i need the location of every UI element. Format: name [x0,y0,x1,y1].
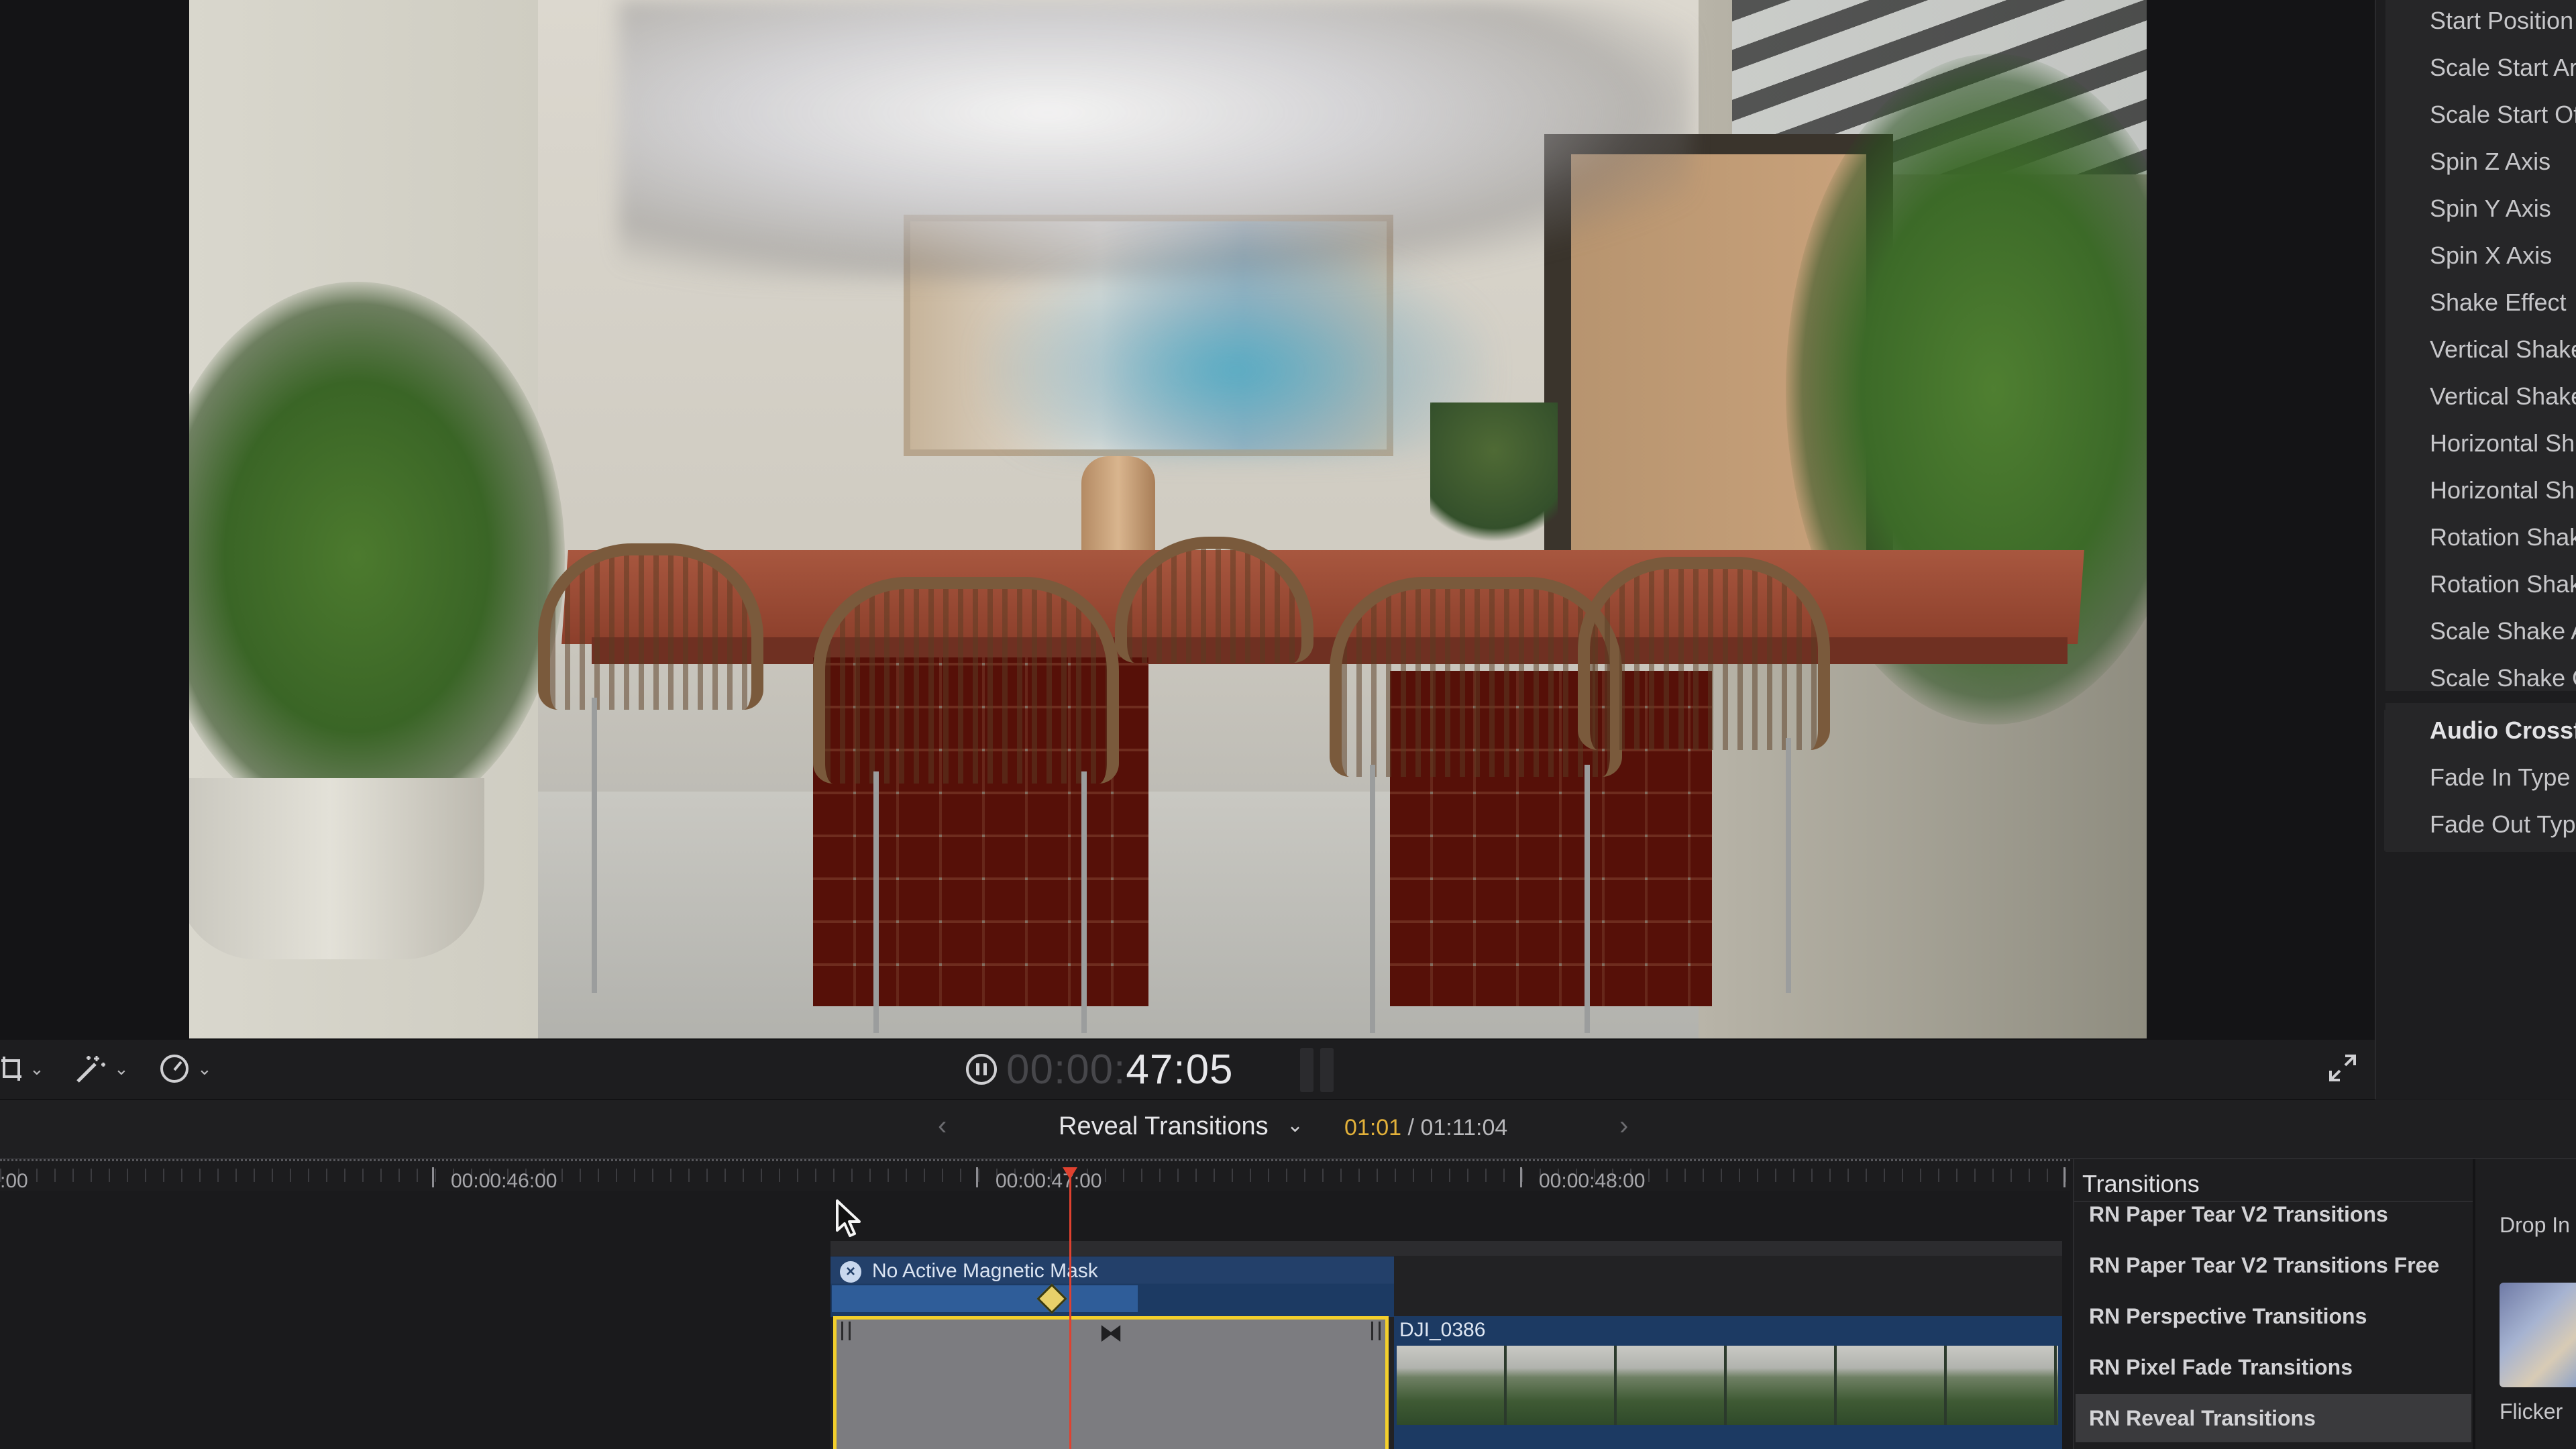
scene-chair-leg [592,698,597,993]
ruler-label: 00:00:47:00 [996,1170,1102,1192]
audio-meter [1300,1048,1338,1092]
ruler-tick [432,1167,434,1187]
speedometer-icon [160,1055,189,1083]
chevron-down-icon: ⌄ [30,1058,44,1079]
fullscreen-button[interactable] [2328,1053,2357,1083]
browser-pane-divider[interactable] [2473,1159,2475,1449]
project-duration: 01:01 / 01:11:04 [1344,1115,1507,1141]
transition-handle-right[interactable] [1371,1322,1381,1340]
inspector-param[interactable]: Scale Start Ar [2430,54,2576,82]
ruler-label: 00:00:48:00 [1539,1170,1646,1192]
inspector-param[interactable]: Spin Z Axis [2430,148,2551,176]
playhead[interactable] [1069,1169,1071,1449]
inspector-param[interactable]: Vertical Shake [2430,382,2576,411]
mouse-cursor-icon [836,1199,861,1237]
ruler-tick [2063,1167,2065,1187]
scene-table-top [561,550,2084,644]
scene-motion-blur-cyan [981,241,1491,456]
chevron-down-icon: ⌄ [114,1058,129,1079]
chevron-down-icon[interactable]: ⌄ [1287,1114,1303,1137]
scene-chair-leg [1786,738,1791,993]
clip-filmstrip [1397,1346,2058,1425]
enhance-menu-button[interactable]: ⌄ [74,1052,129,1085]
effect-thumbnail[interactable] [2500,1283,2576,1387]
fullscreen-icon [2329,1055,2356,1081]
inspector-param[interactable]: Vertical Shake [2430,335,2576,364]
scene-flowers [1430,402,1558,564]
magic-wand-icon [76,1056,105,1083]
category-item[interactable]: RN Perspective Transitions [2089,1304,2367,1329]
inspector-param[interactable]: Fade In Type [2430,763,2570,792]
inspector-param[interactable]: Scale Shake O [2430,664,2576,692]
chevron-down-icon: ⌄ [197,1058,212,1079]
crop-icon [1,1057,21,1081]
crop-menu-button[interactable]: ⌄ [0,1052,44,1085]
clip-name: DJI_0386 [1399,1319,1486,1341]
ruler-tick [1520,1167,1522,1187]
inspector-param[interactable]: Fade Out Typ [2430,810,2575,839]
project-current-time: 01:01 [1344,1115,1402,1140]
inspector-param[interactable]: Spin Y Axis [2430,195,2551,223]
magnetic-mask-label: No Active Magnetic Mask [872,1260,1098,1282]
effect-name[interactable]: Flicker [2500,1399,2563,1424]
playhead-handle[interactable] [1063,1167,1077,1179]
transition-bowtie-icon[interactable]: ⧓ [1099,1319,1123,1347]
category-item-selected[interactable]: RN Reveal Transitions [2089,1406,2316,1431]
retime-menu-button[interactable]: ⌄ [158,1052,212,1085]
effect-name[interactable]: Drop In [2500,1213,2570,1238]
timeline-back-button[interactable]: ‹ [938,1111,947,1141]
inspector-separator [2384,691,2576,703]
viewer-frame-image[interactable] [189,0,2147,1038]
inspector-param[interactable]: Horizontal Sh [2430,429,2575,458]
scene-chair [813,577,1119,784]
inspector-param[interactable]: Shake Effect [2430,288,2566,317]
inspector-param[interactable]: Scale Shake A [2430,617,2576,645]
inspector-param[interactable]: Start Position [2430,7,2573,35]
timeline-lane-header [830,1241,2062,1256]
ruler-label: :00 [0,1170,28,1192]
project-total-time: 01:11:04 [1420,1115,1508,1140]
timeline-forward-button[interactable]: › [1619,1111,1628,1141]
scene-chair [1578,557,1830,750]
project-name[interactable]: Reveal Transitions [1059,1112,1269,1141]
category-item[interactable]: RN Paper Tear V2 Transitions Free [2089,1253,2439,1278]
ruler-tick [976,1167,978,1187]
scene-chair-leg [873,771,879,1033]
inspector-param[interactable]: Horizontal Sh [2430,476,2575,504]
inspector-param[interactable]: Rotation Shak [2430,523,2576,551]
scene-chair-leg [1081,771,1087,1033]
project-time-separator: / [1401,1115,1421,1140]
scene-chair-leg [1585,765,1590,1033]
timecode-leading: 00:00: [1006,1046,1126,1093]
inspector-param[interactable]: Spin X Axis [2430,241,2552,270]
ruler-label: 00:00:46:00 [451,1170,557,1192]
category-item[interactable]: RN Pixel Fade Transitions [2089,1355,2353,1380]
close-icon[interactable]: × [840,1261,861,1283]
playback-status-icon [966,1054,997,1085]
clip-audio-strip [1394,1425,2062,1449]
inspector-section-audio-crossfade[interactable]: Audio Crossfa [2430,716,2576,745]
category-item[interactable]: RN Paper Tear V2 Transitions [2089,1202,2388,1227]
magnetic-mask-range[interactable] [832,1285,1138,1312]
transition-handle-left[interactable] [841,1322,851,1340]
browser-title: Transitions [2082,1170,2200,1197]
timecode-current: 47:05 [1126,1046,1234,1093]
scene-motion-blur [619,0,1692,282]
scene-chair-leg [1370,765,1375,1033]
scene-planter-left [189,778,484,959]
inspector-param[interactable]: Rotation Shak [2430,570,2576,598]
scene-chair [538,543,763,710]
inspector-param[interactable]: Scale Start Of [2430,101,2576,129]
viewer-timecode[interactable]: 00:00: 47:05 [966,1042,1234,1096]
